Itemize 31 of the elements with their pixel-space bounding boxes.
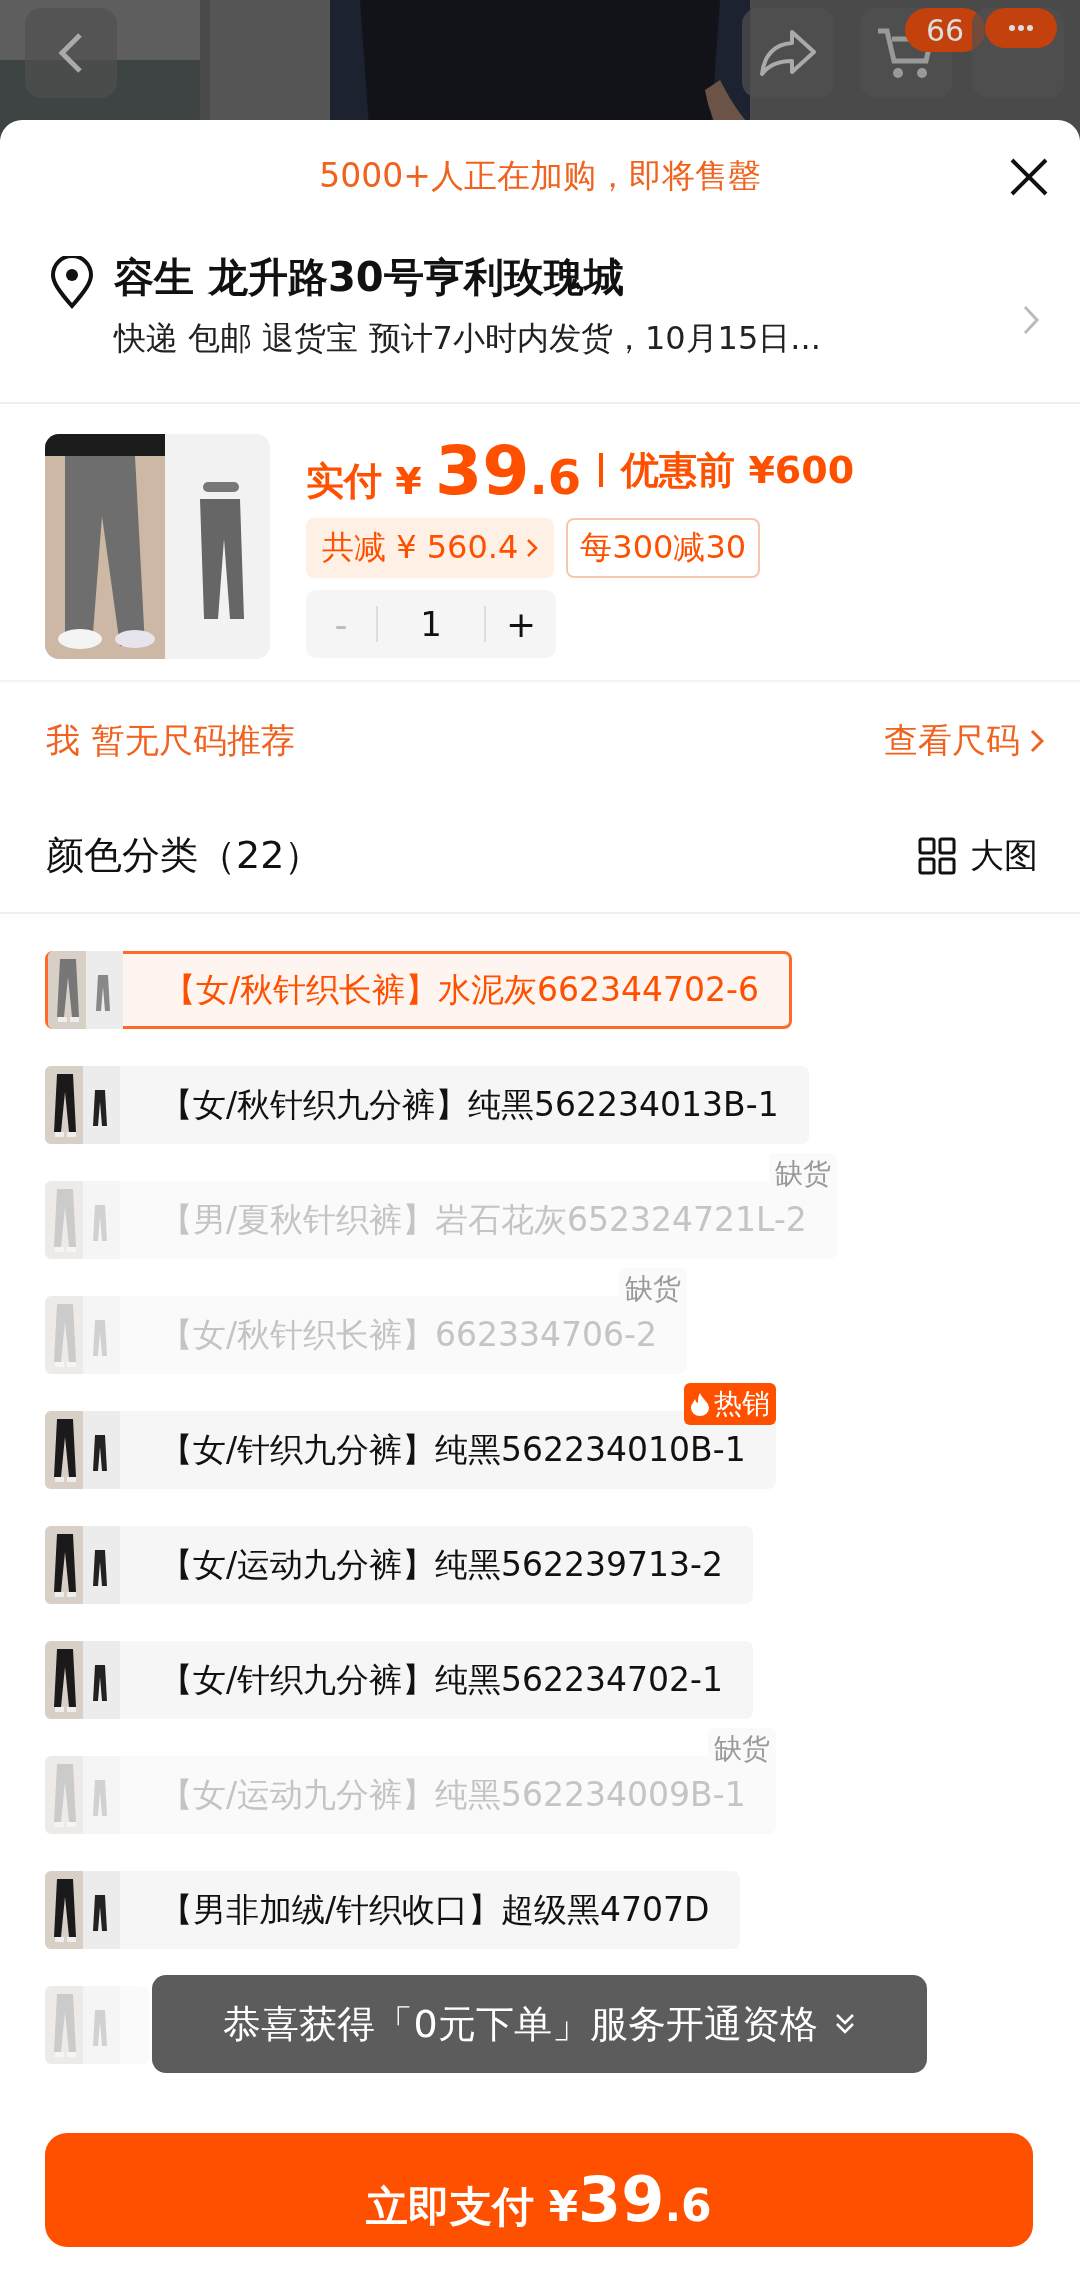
stock-alert-text: 5000+人正在加购，即将售罄	[319, 154, 761, 197]
increment-button[interactable]: +	[486, 602, 556, 646]
variant-option[interactable]: 【女/秋针织九分裤】纯黑562234013B-1	[45, 1066, 809, 1144]
variant-option[interactable]: 【女/针织九分裤】纯黑562234702-1	[45, 1641, 753, 1719]
size-tip: 我 暂无尺码推荐	[46, 718, 295, 762]
paid-price: 实付 ¥ 39.6	[306, 430, 582, 510]
share-icon	[758, 28, 818, 78]
double-chevron-down-icon	[833, 2012, 856, 2036]
hot-sale-tag: 热销	[683, 1383, 776, 1425]
promo-tag: 每300减30	[566, 518, 761, 578]
large-view-toggle[interactable]: 大图	[912, 831, 1044, 880]
delivery-info: 快递 包邮 退货宝 预计7小时内发货，10月15日...	[114, 318, 822, 359]
close-icon	[1008, 156, 1050, 198]
quantity-value[interactable]: 1	[376, 606, 486, 642]
back-button[interactable]	[25, 8, 117, 98]
variant-option[interactable]: 【男非加绒/针织收口】超级黑4707D	[45, 1871, 740, 1949]
chevron-right-icon	[526, 537, 539, 559]
share-button[interactable]	[742, 8, 834, 98]
original-price: 优惠前 ¥600	[621, 446, 855, 494]
flame-icon	[689, 1392, 710, 1416]
section-title: 颜色分类（22）	[46, 832, 323, 879]
chevron-right-icon	[1030, 727, 1044, 754]
service-toast[interactable]: 恭喜获得「0元下单」服务开通资格	[152, 1975, 927, 2073]
address-card[interactable]: 容生 龙升路30号亨利玫瑰城 快递 包邮 退货宝 预计7小时内发货，10月15日...	[0, 232, 1080, 404]
toast-text: 恭喜获得「0元下单」服务开通资格	[223, 2000, 818, 2048]
close-button[interactable]	[1008, 156, 1050, 198]
chevron-right-icon	[1022, 304, 1040, 336]
location-pin-icon	[48, 256, 96, 310]
variant-option[interactable]: 【女/运动九分裤】纯黑562239713-2	[45, 1526, 753, 1604]
address-title: 容生 龙升路30号亨利玫瑰城	[114, 253, 625, 302]
grid-icon	[918, 836, 956, 875]
